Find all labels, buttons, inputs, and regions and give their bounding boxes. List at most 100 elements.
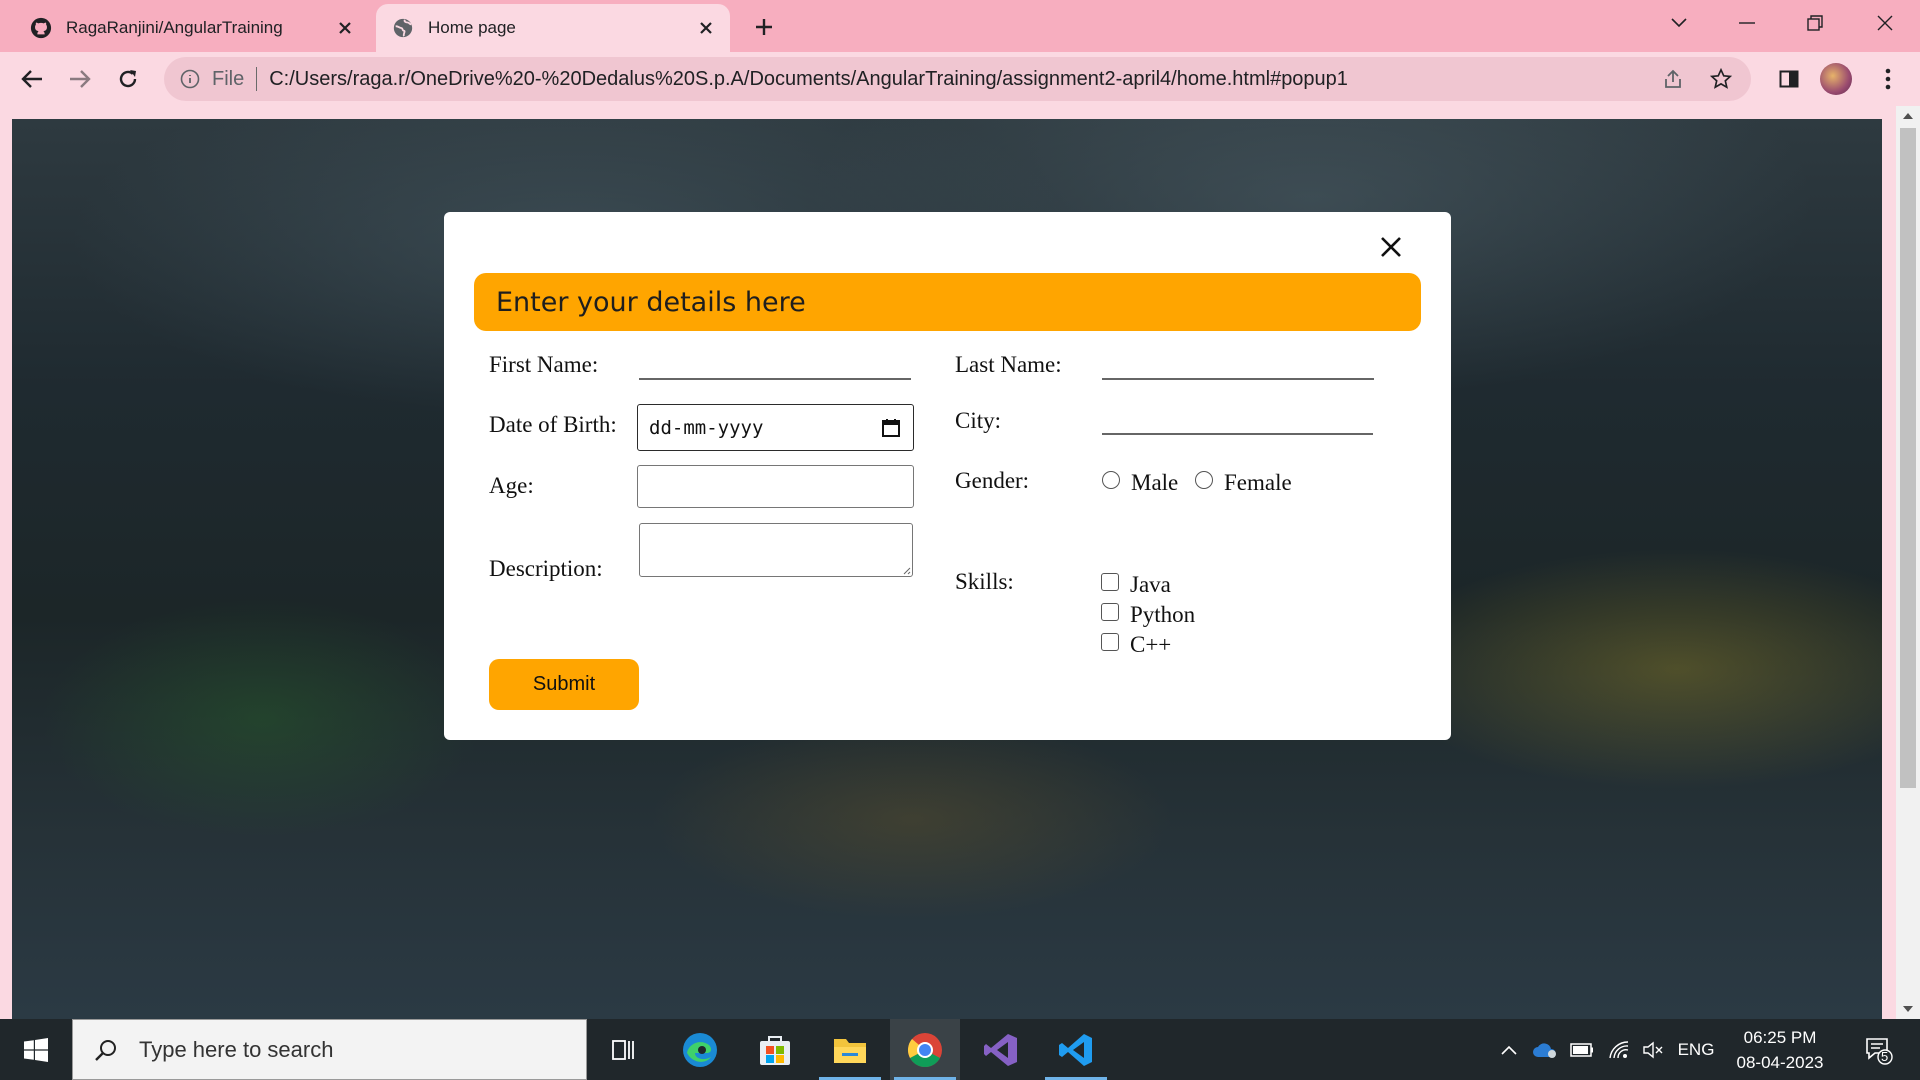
battery-icon[interactable] [1567,1019,1597,1080]
tab-github[interactable]: RagaRanjini/AngularTraining [14,4,369,52]
share-icon[interactable] [1655,61,1691,97]
forward-button[interactable] [62,61,98,97]
dob-input[interactable]: dd-mm-yyyy [637,404,914,451]
folder-icon [834,1038,866,1063]
first-name-label: First Name: [489,352,599,377]
tab-home-page[interactable]: Home page [376,4,730,52]
close-window-button[interactable] [1862,6,1908,40]
arrow-left-icon [21,70,42,88]
scrollbar-thumb[interactable] [1900,128,1916,788]
gender-label: Gender: [955,468,1030,493]
visual-studio-icon [984,1033,1017,1066]
windows-taskbar: Type here to search ENG 06:25 PM 08-04-2… [0,1019,1920,1080]
tab-search-button[interactable] [1656,6,1702,40]
url-text[interactable]: C:/Users/raga.r/OneDrive%20-%20Dedalus%2… [269,68,1655,91]
calendar-icon[interactable] [881,418,901,438]
show-hidden-icons-button[interactable] [1497,1019,1521,1080]
first-name-input[interactable] [639,350,911,380]
browser-toolbar: File C:/Users/raga.r/OneDrive%20-%20Deda… [0,52,1920,106]
submit-button[interactable]: Submit [489,659,639,710]
gender-female-label: Female [1224,470,1292,495]
address-bar[interactable]: File C:/Users/raga.r/OneDrive%20-%20Deda… [164,57,1751,101]
system-clock[interactable]: 06:25 PM 08-04-2023 [1720,1025,1840,1075]
menu-button[interactable] [1870,61,1906,97]
gender-male-label: Male [1131,470,1179,495]
minimize-icon [1739,22,1755,24]
clock-date: 08-04-2023 [1736,1053,1824,1072]
description-textarea[interactable] [639,523,913,577]
back-button[interactable] [14,61,50,97]
vscode-app[interactable] [1041,1019,1111,1080]
chevron-down-icon [1671,18,1687,28]
last-name-input[interactable] [1102,350,1374,380]
skill-java-label: Java [1130,572,1171,597]
description-label: Description: [489,556,603,581]
vertical-scrollbar[interactable] [1896,106,1920,1019]
skill-java-checkbox[interactable] [1101,573,1119,591]
skill-python-label: Python [1130,602,1196,627]
visual-studio-app[interactable] [966,1019,1036,1080]
taskbar-search[interactable]: Type here to search [72,1019,587,1080]
scheme-label: File [212,67,245,90]
browser-viewport: Enter your details here First Name: Date… [0,106,1920,1019]
speaker-muted-icon[interactable] [1638,1019,1668,1080]
new-tab-button[interactable] [748,11,780,43]
gender-male-radio[interactable] [1102,471,1120,489]
reload-icon [119,70,137,88]
city-input[interactable] [1102,405,1373,435]
age-input[interactable] [637,465,914,508]
clock-time: 06:25 PM [1743,1028,1817,1047]
minimize-button[interactable] [1724,6,1770,40]
city-label: City: [955,408,1002,433]
language-indicator[interactable]: ENG [1674,1019,1718,1080]
onedrive-tray-icon[interactable] [1530,1019,1560,1080]
edge-icon [683,1032,717,1067]
windows-logo-icon [24,1037,48,1062]
search-icon [91,1035,121,1065]
side-panel-button[interactable] [1771,61,1807,97]
tab-title: RagaRanjini/AngularTraining [66,18,283,37]
kebab-menu-icon [1885,68,1891,90]
skill-cpp-checkbox[interactable] [1101,633,1119,651]
notification-center-button[interactable]: 5 [1856,1019,1900,1080]
close-icon[interactable] [331,14,359,42]
github-icon [30,17,52,39]
skill-python-checkbox[interactable] [1101,603,1119,621]
restore-icon [1807,15,1823,31]
profile-avatar[interactable] [1820,63,1852,95]
close-icon [1877,15,1893,31]
scroll-down-arrow-icon[interactable] [1896,999,1920,1019]
bookmark-star-icon[interactable] [1703,61,1739,97]
tab-strip: RagaRanjini/AngularTraining Home page [0,0,1920,52]
plus-icon [756,19,772,35]
arrow-right-icon [70,70,91,88]
globe-icon [392,17,414,39]
resize-grip-icon[interactable] [901,565,911,575]
info-icon[interactable] [178,67,202,91]
description-wrapper [639,523,913,577]
wifi-icon[interactable] [1604,1019,1634,1080]
details-popup: Enter your details here First Name: Date… [444,212,1451,740]
edge-app[interactable] [665,1019,735,1080]
reload-button[interactable] [110,61,146,97]
scroll-up-arrow-icon[interactable] [1896,106,1920,126]
skills-label: Skills: [955,569,1014,594]
close-icon [1381,237,1401,257]
restore-button[interactable] [1792,6,1838,40]
gender-female-radio[interactable] [1195,471,1213,489]
chrome-app[interactable] [890,1019,960,1080]
side-panel-icon [1779,70,1799,88]
vscode-icon [1059,1033,1092,1066]
file-explorer-app[interactable] [815,1019,885,1080]
task-view-button[interactable] [589,1019,659,1080]
store-icon [760,1035,790,1065]
chevron-up-icon [1501,1045,1517,1055]
close-popup-button[interactable] [1376,232,1406,262]
close-icon[interactable] [692,14,720,42]
start-button[interactable] [0,1019,72,1080]
last-name-label: Last Name: [955,352,1062,377]
tab-title: Home page [428,18,516,37]
microsoft-store-app[interactable] [740,1019,810,1080]
omnibox-divider [256,67,258,91]
notification-icon [1866,1037,1893,1065]
